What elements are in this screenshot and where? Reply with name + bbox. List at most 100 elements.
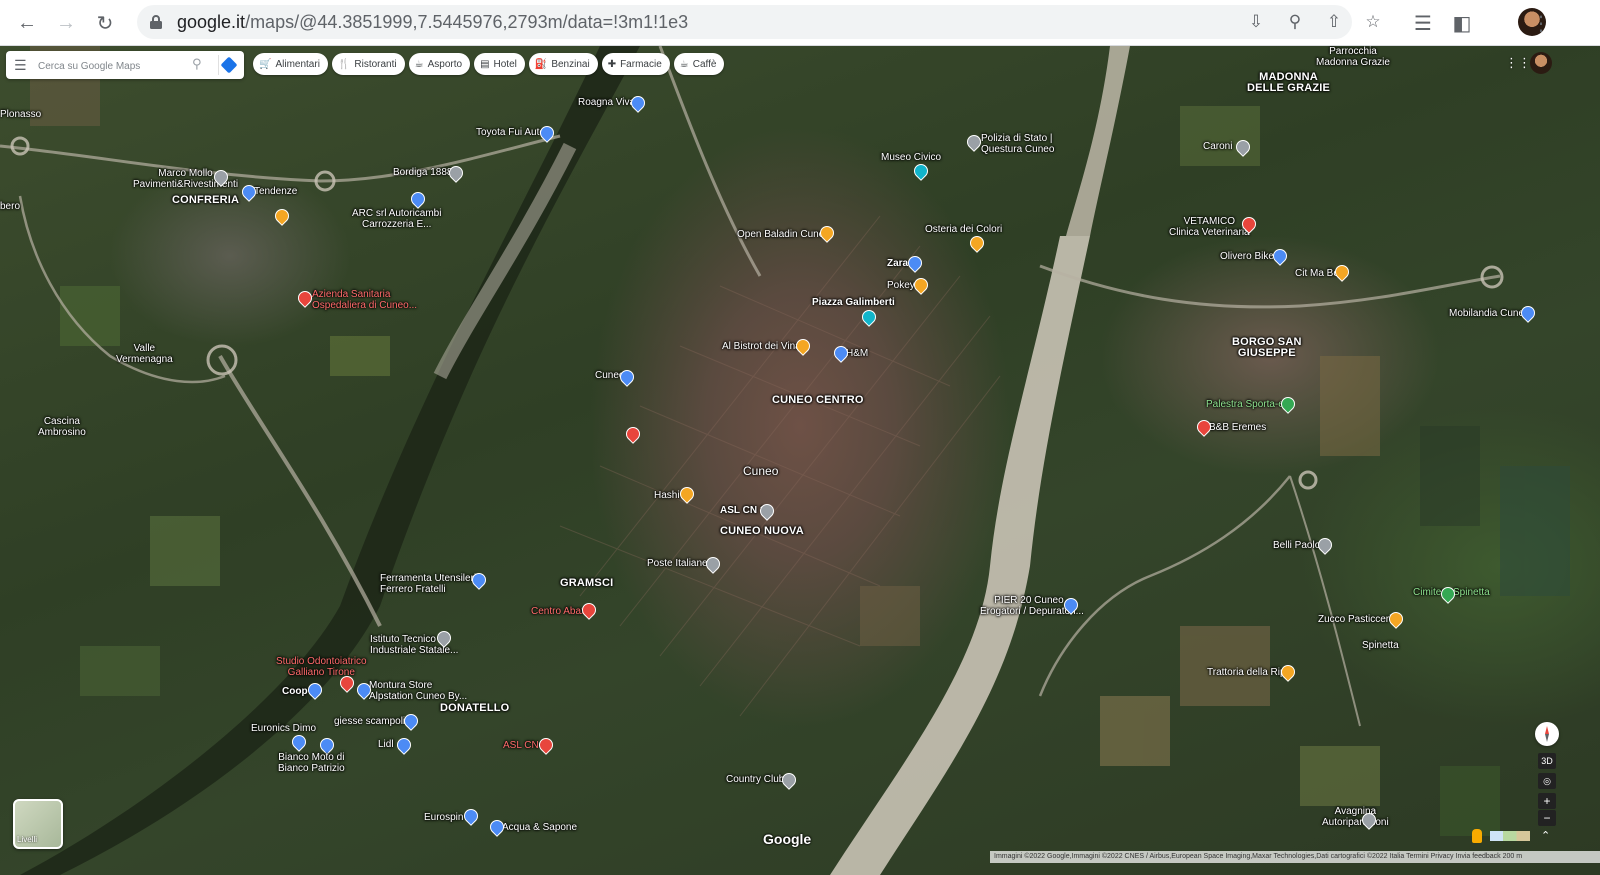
pegman-icon[interactable] [1472,829,1482,843]
media-controls-icon[interactable]: ☰ [1408,8,1438,38]
place-piazza-galimberti[interactable]: Piazza Galimberti [812,297,895,308]
satellite-map[interactable]: CUNEO CENTRO CUNEO NUOVA GRAMSCI DONATEL… [0,46,1600,875]
collapse-chevron-icon[interactable]: ⌃ [1541,829,1550,842]
place-coop[interactable]: Coop [282,686,308,697]
place-euronics[interactable]: Euronics Dimo [251,723,316,734]
place-zara[interactable]: Zara [887,258,908,269]
place-olivero-bikes[interactable]: Olivero Bikes [1220,251,1279,262]
chip-ristoranti[interactable]: 🍴 Ristoranti [331,53,405,75]
chip-asporto[interactable]: ☕ Asporto [408,53,471,75]
label-borgo-san-giuseppe: BORGO SAN GIUSEPPE [1232,336,1302,359]
place-giesse[interactable]: giesse scampoli [334,716,405,727]
place-hm[interactable]: H&M [846,348,868,359]
place-poste-italiane[interactable]: Poste Italiane [647,558,708,569]
place-hashi[interactable]: Hashi [654,490,680,501]
place-vetamico[interactable]: VETAMICO Clinica Veterinaria [1169,216,1250,238]
place-country-club[interactable]: Country Club [726,774,784,785]
place-trattoria-ripa[interactable]: Trattoria della Ripa [1207,667,1291,678]
place-montura[interactable]: Montura Store Alpstation Cuneo By... [369,680,467,702]
category-chips: 🛒 Alimentari 🍴 Ristoranti ☕ Asporto ▤ Hotel … [253,53,725,75]
gesso-riverbed [830,236,1090,875]
label-confreria: CONFRERIA [172,194,240,206]
takeout-icon: ☕ [414,58,424,70]
place-bordiga[interactable]: Bordiga 1888 [393,167,453,178]
pharmacy-icon: ✚ [607,58,617,70]
place-azienda-sanitaria[interactable]: Azienda Sanitaria Ospedaliera di Cuneo..… [312,289,417,311]
place-ferramenta[interactable]: Ferramenta Utensileria Ferrero Fratelli [380,573,482,595]
browser-menu-icon[interactable]: ⋮ [1526,8,1556,38]
label-cuneo-centro: CUNEO CENTRO [772,394,864,406]
place-centro-abax[interactable]: Centro Abax [531,606,586,617]
search-box[interactable]: ☰ ⚲ [6,51,244,79]
install-icon[interactable]: ⇩ [1245,11,1267,33]
chip-benzinai[interactable]: ⛽ Benzinai [528,53,598,75]
city-grid [559,215,1001,717]
place-al-bistrot[interactable]: Al Bistrot dei Vinai [722,341,803,352]
directions-icon [220,56,238,74]
zoom-icon[interactable]: ⚲ [1284,11,1306,33]
tilt-3d-button[interactable]: 3D [1538,753,1556,769]
place-acqua-sapone[interactable]: Acqua & Sapone [502,822,577,833]
place-plonasso: Plonasso [0,109,42,120]
label-donatello: DONATELLO [440,702,510,714]
hamburger-menu-icon[interactable]: ☰ [14,57,30,73]
place-lidl[interactable]: Lidl [378,739,394,750]
coffee-icon: ☕ [679,58,689,70]
place-toyota[interactable]: Toyota Fui Auto [476,127,545,138]
zoom-out-button[interactable]: − [1538,810,1556,826]
hotel-icon: ▤ [480,58,490,70]
place-zucco[interactable]: Zucco Pasticceria [1318,614,1397,625]
browser-toolbar: ← → ↻ google.it/maps/@44.3851999,7.54459… [0,0,1600,46]
share-icon[interactable]: ⇧ [1323,11,1345,33]
search-icon[interactable]: ⚲ [192,56,202,72]
place-pokey[interactable]: Pokey [887,280,915,291]
place-roagna-vivai[interactable]: Roagna Vivai [578,97,637,108]
place-bero: bero [0,201,21,212]
layers-button[interactable]: Livelli [13,799,63,849]
address-bar[interactable]: google.it/maps/@44.3851999,7.5445976,279… [137,5,1381,39]
gas-station-icon: ⛽ [534,58,548,70]
back-arrow-icon[interactable]: ← [12,8,42,38]
search-input[interactable] [36,55,190,77]
imagery-thumbnails[interactable] [1490,831,1530,841]
google-apps-icon[interactable]: ⋮⋮⋮ [1505,56,1544,70]
my-location-icon[interactable]: ◎ [1538,773,1556,789]
place-museo-civico[interactable]: Museo Civico [881,152,941,163]
url-host: google.it [177,12,246,32]
place-polizia[interactable]: Polizia di Stato | Questura Cuneo [981,133,1054,155]
side-panel-icon[interactable]: ◧ [1447,8,1477,38]
place-mobilandia[interactable]: Mobilandia Cuneo [1449,308,1530,319]
forward-arrow-icon[interactable]: → [51,8,81,38]
place-cascina-ambrosino: Cascina Ambrosino [38,416,86,438]
place-studio-odonto[interactable]: Studio Odontoiatrico Galliano Tirone [276,656,367,678]
place-spinetta: Spinetta [1362,640,1399,651]
compass-icon[interactable] [1535,722,1559,746]
roads [0,46,1501,727]
restaurant-icon: 🍴 [337,58,351,70]
reload-icon[interactable]: ↻ [90,8,120,38]
url-text[interactable]: google.it/maps/@44.3851999,7.5445976,279… [177,12,688,33]
place-belli-paolo[interactable]: Belli Paolo [1273,540,1320,551]
map-imagery [0,46,1570,875]
zoom-in-button[interactable]: + [1538,793,1556,809]
place-palestra[interactable]: Palestra Sporta-ea [1206,399,1289,410]
bookmark-star-icon[interactable]: ☆ [1362,11,1384,33]
place-avagnina[interactable]: Avagnina Autoriparazioni [1322,806,1389,828]
place-osteria-colori[interactable]: Osteria dei Colori [925,224,1002,235]
directions-button[interactable] [218,55,239,75]
chip-farmacie[interactable]: ✚ Farmacie [601,53,670,75]
place-parrocchia[interactable]: Parrocchia Madonna Grazie [1316,46,1390,68]
place-bianco-moto[interactable]: Bianco Moto di Bianco Patrizio [278,752,345,774]
label-cuneo-nuova: CUNEO NUOVA [720,525,804,537]
place-caroni[interactable]: Caroni [1203,141,1232,152]
layers-label: Livelli [17,835,38,844]
place-arc[interactable]: ARC srl Autoricambi Carrozzeria E... [352,208,441,230]
place-bb-eremes[interactable]: B&B Eremes [1209,422,1266,433]
chip-hotel[interactable]: ▤ Hotel [474,53,525,75]
place-tendenze[interactable]: Tendenze [254,186,297,197]
chip-caffe[interactable]: ☕ Caffè [673,53,725,75]
place-open-baladin[interactable]: Open Baladin Cuneo [737,229,830,240]
place-eurospin[interactable]: Eurospin [424,812,463,823]
chip-alimentari[interactable]: 🛒 Alimentari [253,53,328,75]
account-avatar[interactable] [1530,52,1552,74]
